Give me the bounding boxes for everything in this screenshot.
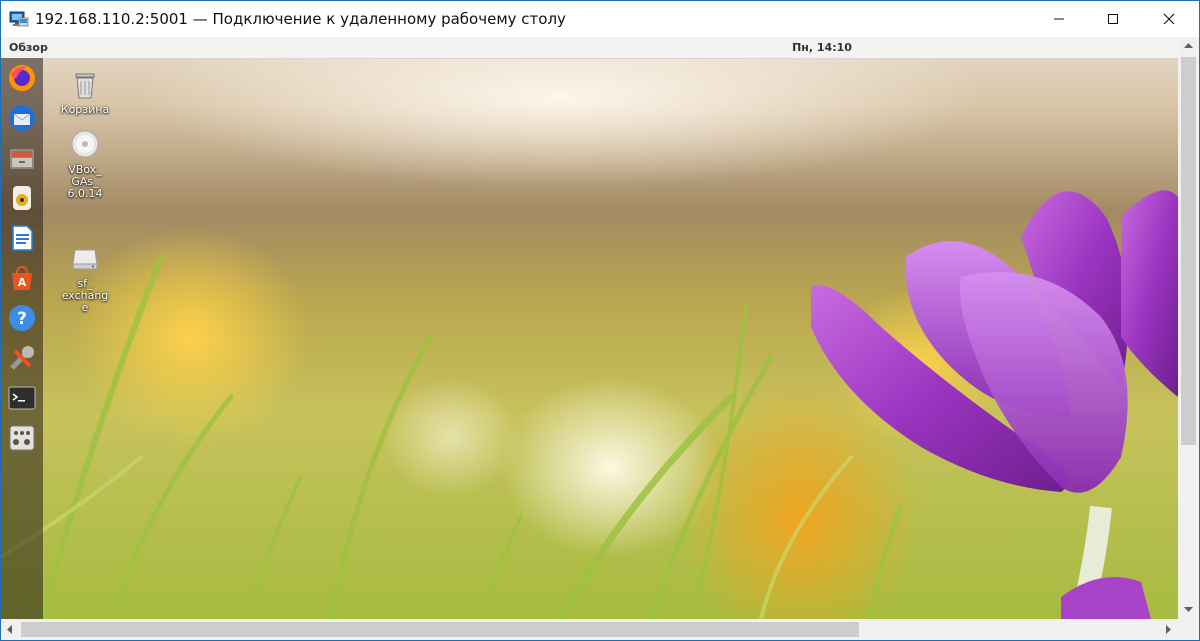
scroll-down-icon[interactable] [1184,607,1193,613]
remote-desktop-icon [9,9,29,29]
desktop-icon-trash[interactable]: Корзина [55,68,115,116]
dock-item-terminal[interactable] [6,382,38,414]
cd-icon [71,130,99,158]
rdp-window: 192.168.110.2:5001 — Подключение к удале… [0,0,1200,641]
rhythmbox-icon [13,186,31,210]
dock-item-files[interactable] [6,142,38,174]
close-button[interactable] [1141,1,1197,37]
dock-item-writer[interactable] [6,222,38,254]
scroll-right-icon[interactable] [1166,625,1172,634]
desktop-icon-label: Корзина [60,103,110,116]
dock-item-thunderbird[interactable] [6,102,38,134]
scroll-left-icon[interactable] [7,625,13,634]
scroll-up-icon[interactable] [1184,43,1193,49]
dock-item-rhythmbox[interactable] [6,182,38,214]
drive-icon [72,249,98,270]
dock-item-settings[interactable] [6,342,38,374]
dock-item-firefox[interactable] [6,62,38,94]
horizontal-scrollbar[interactable] [1,619,1178,640]
horizontal-scroll-thumb[interactable] [21,622,859,637]
firefox-icon [9,65,35,91]
clock[interactable]: Пн, 14:10 [1,37,1178,58]
desktop-icon-vbox-gas[interactable]: VBox_ GAs_ 6.0.14 [55,128,115,200]
dock-item-apps[interactable] [6,422,38,454]
wallpaper-image [1,37,1178,619]
desktop-icon-label: VBox_ GAs_ 6.0.14 [67,163,103,200]
apps-icon [9,425,35,451]
thunderbird-icon [9,105,35,131]
minimize-icon [1054,18,1064,20]
dock: A ? [1,58,43,619]
maximize-button[interactable] [1085,1,1141,37]
svg-text:?: ? [17,309,27,329]
remote-desktop-area[interactable]: Обзор Пн, 14:10 A ? Корзина VBox_ GAs_ 6… [1,37,1178,619]
maximize-icon [1108,14,1118,24]
window-title: 192.168.110.2:5001 — Подключение к удале… [35,10,566,28]
desktop-icon-sf-exchange[interactable]: sf_ exchang e [55,242,115,314]
trash-icon [75,73,95,99]
vertical-scrollbar[interactable] [1178,37,1199,619]
close-icon [1163,13,1175,25]
files-icon [10,149,34,169]
title-bar[interactable]: 192.168.110.2:5001 — Подключение к удале… [1,1,1199,37]
svg-text:A: A [18,276,27,289]
minimize-button[interactable] [1031,1,1087,37]
help-icon: ? [9,305,35,331]
dock-item-help[interactable]: ? [6,302,38,334]
writer-icon [12,225,33,251]
desktop-icon-label: sf_ exchang e [61,277,109,314]
vertical-scroll-thumb[interactable] [1181,57,1196,445]
scrollbar-corner [1178,619,1199,640]
gnome-top-bar: Обзор Пн, 14:10 [1,37,1178,59]
software-icon: A [12,265,32,290]
dock-item-software[interactable]: A [6,262,38,294]
terminal-icon [8,386,36,410]
tools-icon [10,346,34,370]
